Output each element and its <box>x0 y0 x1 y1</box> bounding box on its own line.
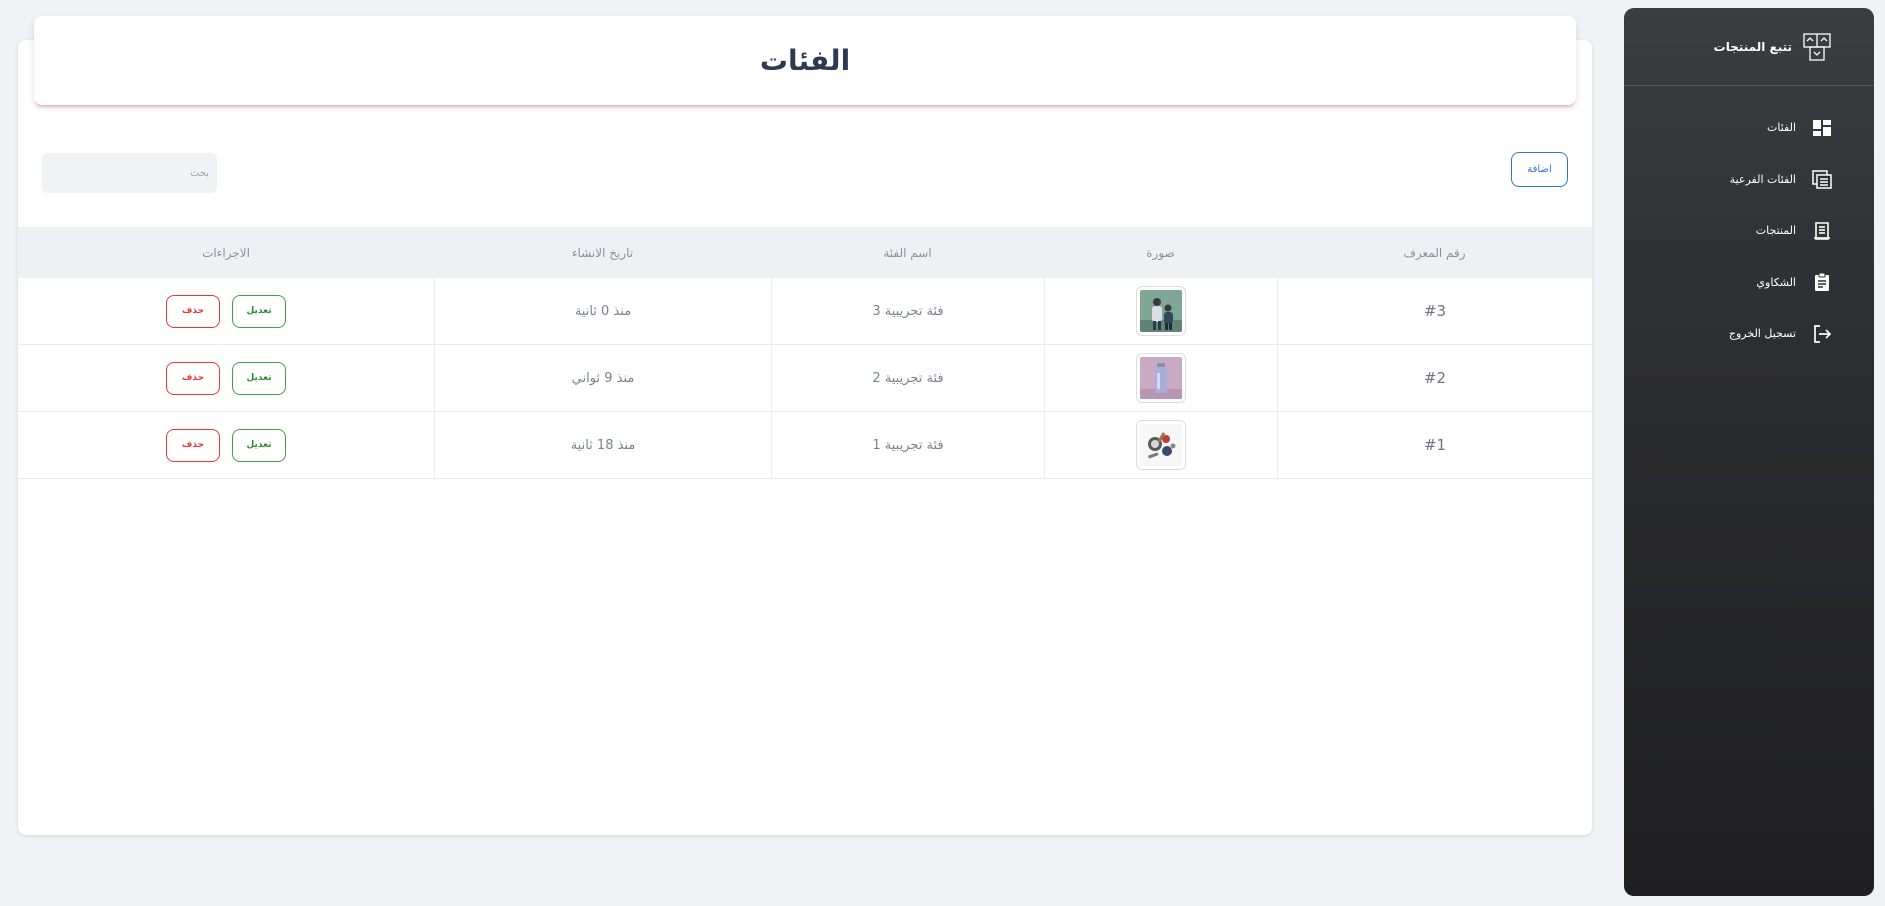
row-actions: حذف تعديل <box>18 278 434 344</box>
delete-button[interactable]: حذف <box>166 428 220 462</box>
category-thumbnail[interactable] <box>1136 286 1186 336</box>
logout-icon <box>1814 324 1832 343</box>
sidebar-nav: الفئات الفئات الفرعية المنتجات الشكاوي ت… <box>1624 86 1874 360</box>
subcategories-icon <box>1812 170 1832 189</box>
dashboard-grid-icon <box>1813 119 1831 136</box>
sidebar-item-label: الفئات <box>1767 121 1796 135</box>
sidebar-item-logout[interactable]: تسجيل الخروج <box>1624 308 1874 360</box>
image-cell <box>1044 412 1277 478</box>
add-button[interactable]: اضافة <box>1511 152 1568 187</box>
receipt-icon <box>1814 221 1830 240</box>
edit-button[interactable]: تعديل <box>232 361 286 395</box>
id-cell: #1 <box>1277 412 1592 478</box>
page-title: الفئات <box>759 44 851 77</box>
header-actions: الاجراءات <box>202 245 250 260</box>
sidebar-item-label: الشكاوي <box>1756 275 1796 289</box>
table-row: حذف تعديل منذ 9 ثواني فئة تجريبية 2 #2 <box>18 345 1592 412</box>
package-tracking-icon <box>1803 32 1831 61</box>
brand-label: تتبع المنتجات <box>1713 39 1792 54</box>
table-row: حذف تعديل منذ 0 ثانية فئة تجريبية 3 #3 <box>18 278 1592 345</box>
image-cell <box>1044 345 1277 411</box>
sidebar-item-label: الفئات الفرعية <box>1729 172 1796 186</box>
name-cell: فئة تجريبية 3 <box>771 278 1044 344</box>
table-row: حذف تعديل منذ 18 ثانية فئة تجريبية 1 #1 <box>18 412 1592 479</box>
sidebar-item-complaints[interactable]: الشكاوي <box>1624 257 1874 309</box>
search-input[interactable] <box>42 153 217 193</box>
header-name: اسم الفئة <box>883 245 932 260</box>
category-image <box>1140 290 1182 332</box>
brand[interactable]: تتبع المنتجات <box>1624 8 1874 86</box>
category-thumbnail[interactable] <box>1136 353 1186 403</box>
category-image <box>1140 424 1182 466</box>
categories-table: الاجراءات تاريخ الانشاء اسم الفئة صورة ر… <box>18 227 1592 479</box>
header-id: رقم المعرف <box>1403 245 1466 260</box>
delete-button[interactable]: حذف <box>166 294 220 328</box>
sidebar-item-label: تسجيل الخروج <box>1728 327 1796 341</box>
edit-button[interactable]: تعديل <box>232 294 286 328</box>
header-created: تاريخ الانشاء <box>571 245 634 260</box>
id-cell: #2 <box>1277 345 1592 411</box>
table-header: الاجراءات تاريخ الانشاء اسم الفئة صورة ر… <box>18 227 1592 278</box>
image-cell <box>1044 278 1277 344</box>
row-actions: حذف تعديل <box>18 345 434 411</box>
sidebar: تتبع المنتجات الفئات الفئات الفرعية المن… <box>1624 8 1874 896</box>
sidebar-item-subcategories[interactable]: الفئات الفرعية <box>1624 154 1874 206</box>
id-cell: #3 <box>1277 278 1592 344</box>
edit-button[interactable]: تعديل <box>232 428 286 462</box>
sidebar-item-products[interactable]: المنتجات <box>1624 205 1874 257</box>
category-thumbnail[interactable] <box>1136 420 1186 470</box>
created-cell: منذ 9 ثواني <box>434 345 771 411</box>
header-image: صورة <box>1146 245 1175 260</box>
sidebar-item-label: المنتجات <box>1755 224 1796 238</box>
created-cell: منذ 0 ثانية <box>434 278 771 344</box>
created-cell: منذ 18 ثانية <box>434 412 771 478</box>
page-header: الفئات <box>34 16 1576 105</box>
name-cell: فئة تجريبية 2 <box>771 345 1044 411</box>
name-cell: فئة تجريبية 1 <box>771 412 1044 478</box>
row-actions: حذف تعديل <box>18 412 434 478</box>
clipboard-icon <box>1815 272 1829 292</box>
sidebar-item-categories[interactable]: الفئات <box>1624 102 1874 154</box>
delete-button[interactable]: حذف <box>166 361 220 395</box>
category-image <box>1140 357 1182 399</box>
